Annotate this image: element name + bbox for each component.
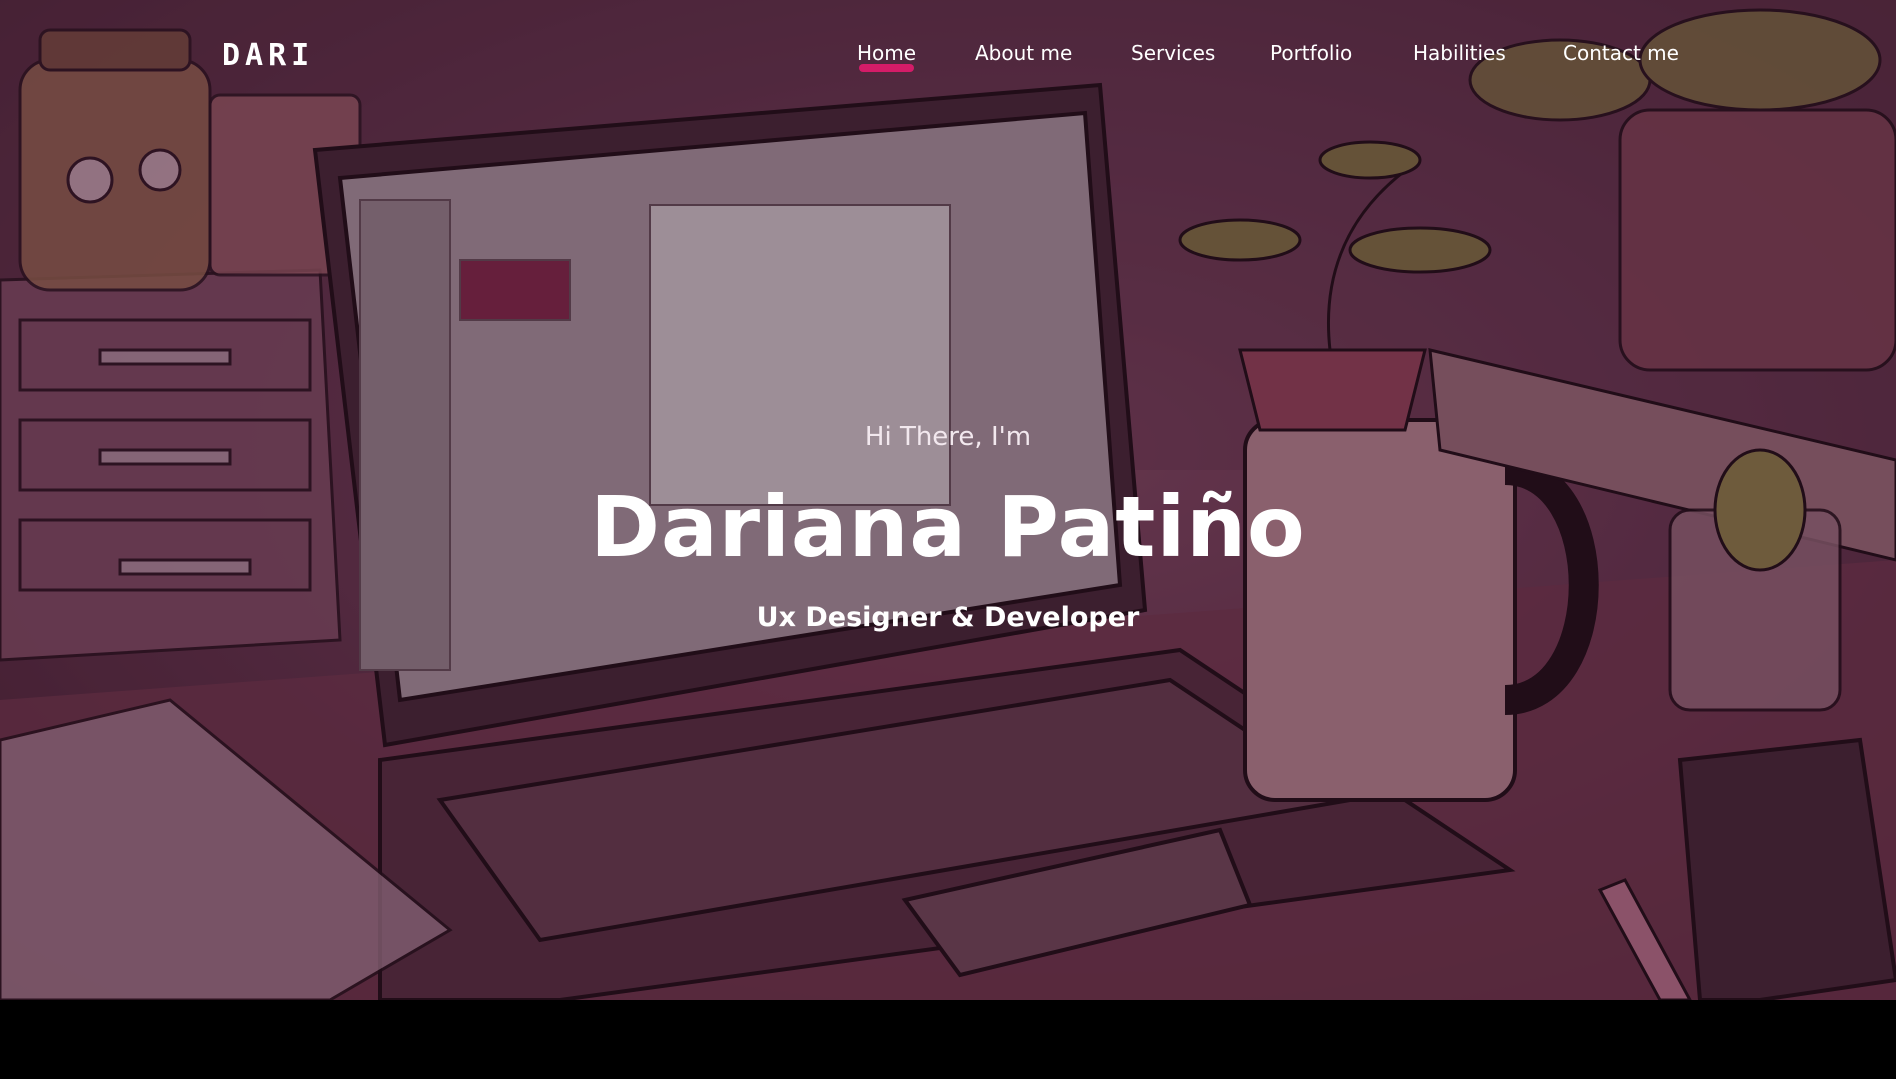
- nav-item-portfolio[interactable]: Portfolio: [1270, 38, 1352, 68]
- page-bottom-band: [0, 1000, 1896, 1079]
- nav-item-about-me[interactable]: About me: [975, 38, 1072, 68]
- hero-greeting: Hi There, I'm: [864, 422, 1032, 452]
- hero-role: Ux Designer & Developer: [756, 602, 1140, 633]
- hero-section: DARI Home About me Services Portfolio Ha…: [0, 0, 1896, 1000]
- nav-item-contact-me[interactable]: Contact me: [1563, 38, 1679, 68]
- nav-item-habilities[interactable]: Habilities: [1413, 38, 1506, 68]
- hero-name: Dariana Patiño: [590, 478, 1306, 576]
- nav-item-home[interactable]: Home: [857, 38, 916, 72]
- nav-item-services[interactable]: Services: [1131, 38, 1215, 68]
- main-nav: Home About me Services Portfolio Habilit…: [0, 38, 1896, 78]
